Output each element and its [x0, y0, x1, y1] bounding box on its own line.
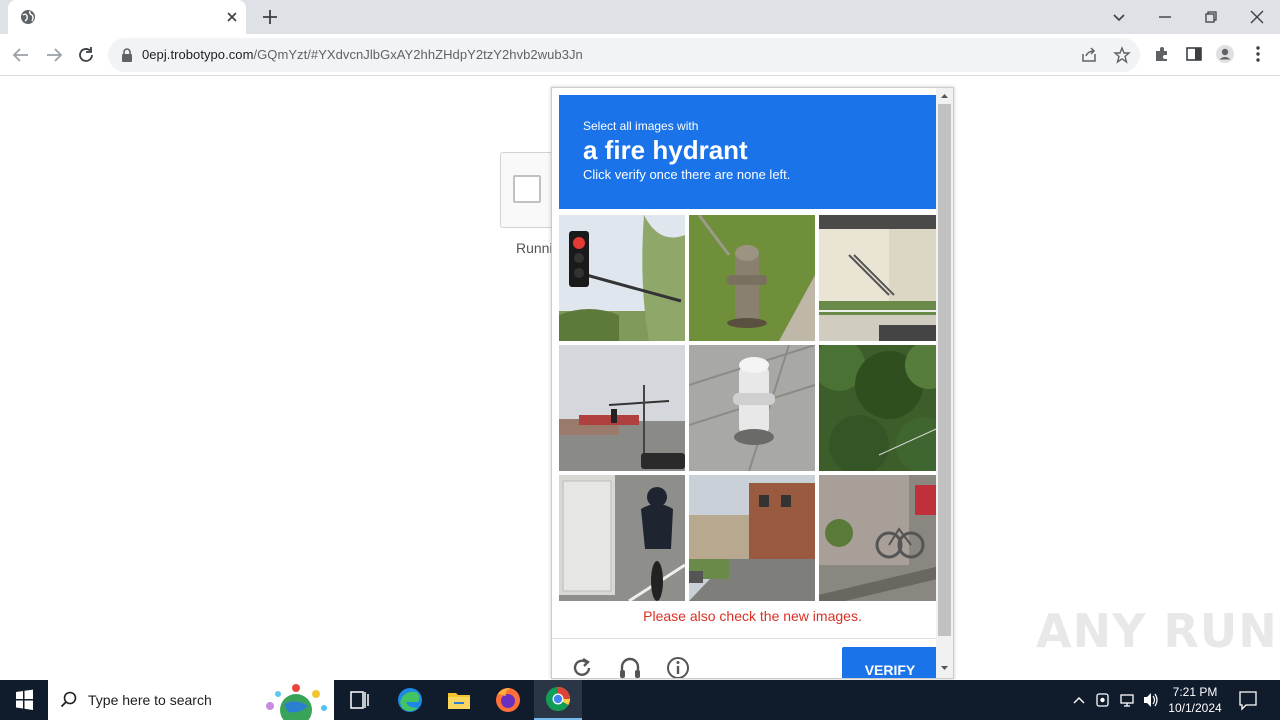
file-explorer-icon[interactable]	[435, 680, 483, 720]
network-icon[interactable]	[1118, 680, 1136, 720]
taskbar: Type here to search 7:21 PM 10/1/2024	[0, 680, 1280, 720]
task-view-icon[interactable]	[336, 680, 384, 720]
browser-tab[interactable]	[8, 0, 246, 34]
volume-icon[interactable]	[1142, 680, 1160, 720]
captcha-tile[interactable]	[819, 215, 945, 341]
globe-icon	[21, 10, 35, 24]
anyrun-watermark: ANY RUN	[1036, 604, 1278, 658]
windows-start-icon[interactable]	[0, 680, 48, 720]
error-message: Please also check the new images.	[643, 608, 862, 624]
side-panel-icon[interactable]	[1184, 44, 1204, 64]
prompt-hint: Click verify once there are none left.	[583, 167, 791, 182]
menu-icon[interactable]	[1248, 44, 1268, 64]
profile-icon[interactable]	[1215, 44, 1235, 64]
captcha-tile[interactable]	[689, 215, 815, 341]
scroll-down-icon[interactable]	[939, 662, 950, 673]
minimize-icon[interactable]	[1154, 6, 1176, 28]
share-icon[interactable]	[1080, 46, 1098, 64]
search-highlight-icon	[266, 684, 327, 720]
meet-now-icon[interactable]	[1094, 680, 1112, 720]
bookmark-star-icon[interactable]	[1113, 46, 1131, 64]
anchor-status-text: Runni	[516, 240, 553, 256]
info-icon[interactable]	[665, 655, 691, 679]
tray-overflow-icon[interactable]	[1070, 680, 1088, 720]
clock-time: 7:21 PM	[1172, 685, 1218, 699]
chrome-taskbar-button[interactable]	[534, 680, 582, 720]
image-grid	[559, 215, 945, 601]
close-tab-icon[interactable]	[224, 9, 240, 25]
extensions-icon[interactable]	[1152, 44, 1172, 64]
tab-search-icon[interactable]	[1108, 6, 1130, 28]
notifications-icon[interactable]	[1236, 680, 1260, 720]
refresh-icon[interactable]	[569, 655, 595, 679]
url-host: 0epj.trobotypo.com	[142, 47, 254, 62]
tab-strip	[0, 0, 1280, 34]
prompt-subtitle: Select all images with	[583, 119, 699, 133]
url-path: /GQmYzt/#YXdvcnJlbGxAY2hhZHdpY2tzY2hvb2w…	[253, 47, 583, 62]
challenge-scrollbar[interactable]	[936, 88, 953, 678]
scroll-thumb[interactable]	[938, 104, 951, 636]
clock-date: 10/1/2024	[1168, 701, 1222, 715]
captcha-tile[interactable]	[819, 475, 945, 601]
challenge-footer: VERIFY	[552, 638, 953, 679]
browser-toolbar: 0epj.trobotypo.com/GQmYzt/#YXdvcnJlbGxAY…	[0, 34, 1280, 76]
captcha-tile[interactable]	[559, 345, 685, 471]
reload-icon[interactable]	[75, 44, 97, 66]
captcha-tile[interactable]	[819, 345, 945, 471]
address-bar[interactable]: 0epj.trobotypo.com/GQmYzt/#YXdvcnJlbGxAY…	[108, 38, 1140, 72]
lock-icon[interactable]	[120, 48, 134, 62]
system-clock[interactable]: 7:21 PM 10/1/2024	[1160, 684, 1230, 716]
search-icon	[60, 691, 77, 708]
scroll-up-icon[interactable]	[939, 91, 950, 102]
url-text[interactable]: 0epj.trobotypo.com/GQmYzt/#YXdvcnJlbGxAY…	[142, 47, 583, 62]
captcha-tile[interactable]	[559, 475, 685, 601]
verify-button[interactable]: VERIFY	[842, 647, 938, 678]
edge-icon[interactable]	[386, 680, 434, 720]
captcha-challenge: Select all images with a fire hydrant Cl…	[551, 87, 954, 679]
challenge-banner: Select all images with a fire hydrant Cl…	[559, 95, 936, 209]
captcha-tile[interactable]	[559, 215, 685, 341]
captcha-checkbox[interactable]	[513, 175, 541, 203]
close-window-icon[interactable]	[1246, 6, 1268, 28]
forward-icon[interactable]	[43, 44, 65, 66]
captcha-tile[interactable]	[689, 345, 815, 471]
chrome-icon	[545, 687, 571, 712]
back-icon[interactable]	[10, 44, 32, 66]
restore-icon[interactable]	[1200, 6, 1222, 28]
prompt-target: a fire hydrant	[583, 135, 748, 165]
taskbar-search-box[interactable]: Type here to search	[48, 680, 334, 720]
firefox-icon[interactable]	[484, 680, 532, 720]
new-tab-icon[interactable]	[260, 7, 280, 27]
search-placeholder: Type here to search	[88, 692, 212, 708]
audio-challenge-icon[interactable]	[617, 655, 643, 679]
captcha-tile[interactable]	[689, 475, 815, 601]
